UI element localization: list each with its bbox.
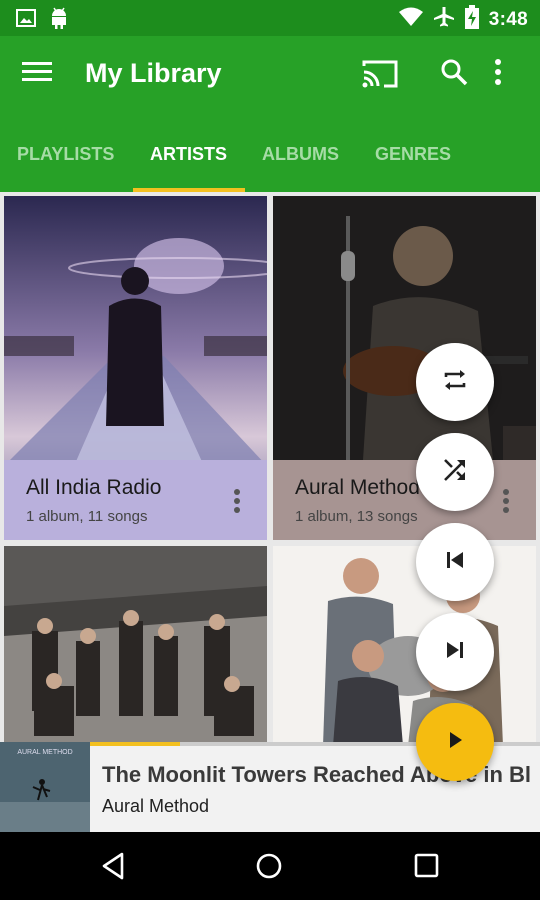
artist-info-panel: All India Radio 1 album, 11 songs xyxy=(4,460,267,540)
android-icon xyxy=(50,7,68,34)
previous-button[interactable] xyxy=(416,523,494,601)
artist-card[interactable]: Aural Method 1 album, 13 songs xyxy=(273,196,536,540)
menu-icon[interactable] xyxy=(22,60,58,90)
recents-icon[interactable] xyxy=(408,848,448,884)
skip-previous-icon xyxy=(444,549,466,576)
artist-card[interactable] xyxy=(273,546,536,746)
tab-playlists[interactable]: PLAYLISTS xyxy=(17,128,114,192)
navigation-bar xyxy=(0,832,540,900)
artist-card[interactable]: All India Radio 1 album, 11 songs xyxy=(4,196,267,540)
more-vert-icon[interactable] xyxy=(494,58,518,92)
shuffle-button[interactable] xyxy=(416,433,494,511)
artist-image xyxy=(4,546,267,746)
artist-meta: 1 album, 13 songs xyxy=(295,508,418,525)
tab-genres[interactable]: GENRES xyxy=(375,128,451,192)
progress-fill xyxy=(90,742,180,746)
tab-artists[interactable]: ARTISTS xyxy=(150,128,227,192)
repeat-button[interactable] xyxy=(416,343,494,421)
page-title: My Library xyxy=(85,58,222,88)
tab-albums[interactable]: ALBUMS xyxy=(262,128,339,192)
artist-info-panel: Aural Method 1 album, 13 songs xyxy=(273,460,536,540)
album-art-text: AURAL METHOD xyxy=(17,749,72,756)
artist-name: All India Radio xyxy=(26,476,162,499)
skip-next-icon xyxy=(444,639,466,666)
shuffle-icon xyxy=(441,456,469,489)
airplane-icon xyxy=(433,6,455,33)
home-icon[interactable] xyxy=(250,848,290,884)
now-playing-album-art[interactable]: AURAL METHOD xyxy=(0,742,90,832)
artist-card[interactable] xyxy=(4,546,267,746)
tab-bar: PLAYLISTS ARTISTS ALBUMS GENRES xyxy=(0,128,540,192)
battery-charging-icon xyxy=(464,5,479,34)
cast-icon[interactable] xyxy=(360,58,404,94)
next-button[interactable] xyxy=(416,613,494,691)
play-icon xyxy=(444,729,466,756)
artist-name: Aural Method xyxy=(295,476,420,499)
more-vert-icon[interactable] xyxy=(502,488,514,514)
play-button[interactable] xyxy=(416,703,494,781)
more-vert-icon[interactable] xyxy=(233,488,245,514)
search-icon[interactable] xyxy=(440,58,474,92)
back-icon[interactable] xyxy=(96,848,136,884)
tab-indicator xyxy=(133,188,245,192)
wifi-icon xyxy=(398,7,423,32)
app-bar: My Library PLAYLISTS ARTISTS ALBUMS GENR… xyxy=(0,36,540,192)
status-bar: 3:48 xyxy=(0,0,540,36)
artist-image xyxy=(273,546,536,746)
status-time: 3:48 xyxy=(488,8,528,30)
repeat-icon xyxy=(441,366,469,399)
image-icon xyxy=(16,8,36,33)
artist-meta: 1 album, 11 songs xyxy=(26,508,148,525)
now-playing-artist: Aural Method xyxy=(102,796,210,816)
